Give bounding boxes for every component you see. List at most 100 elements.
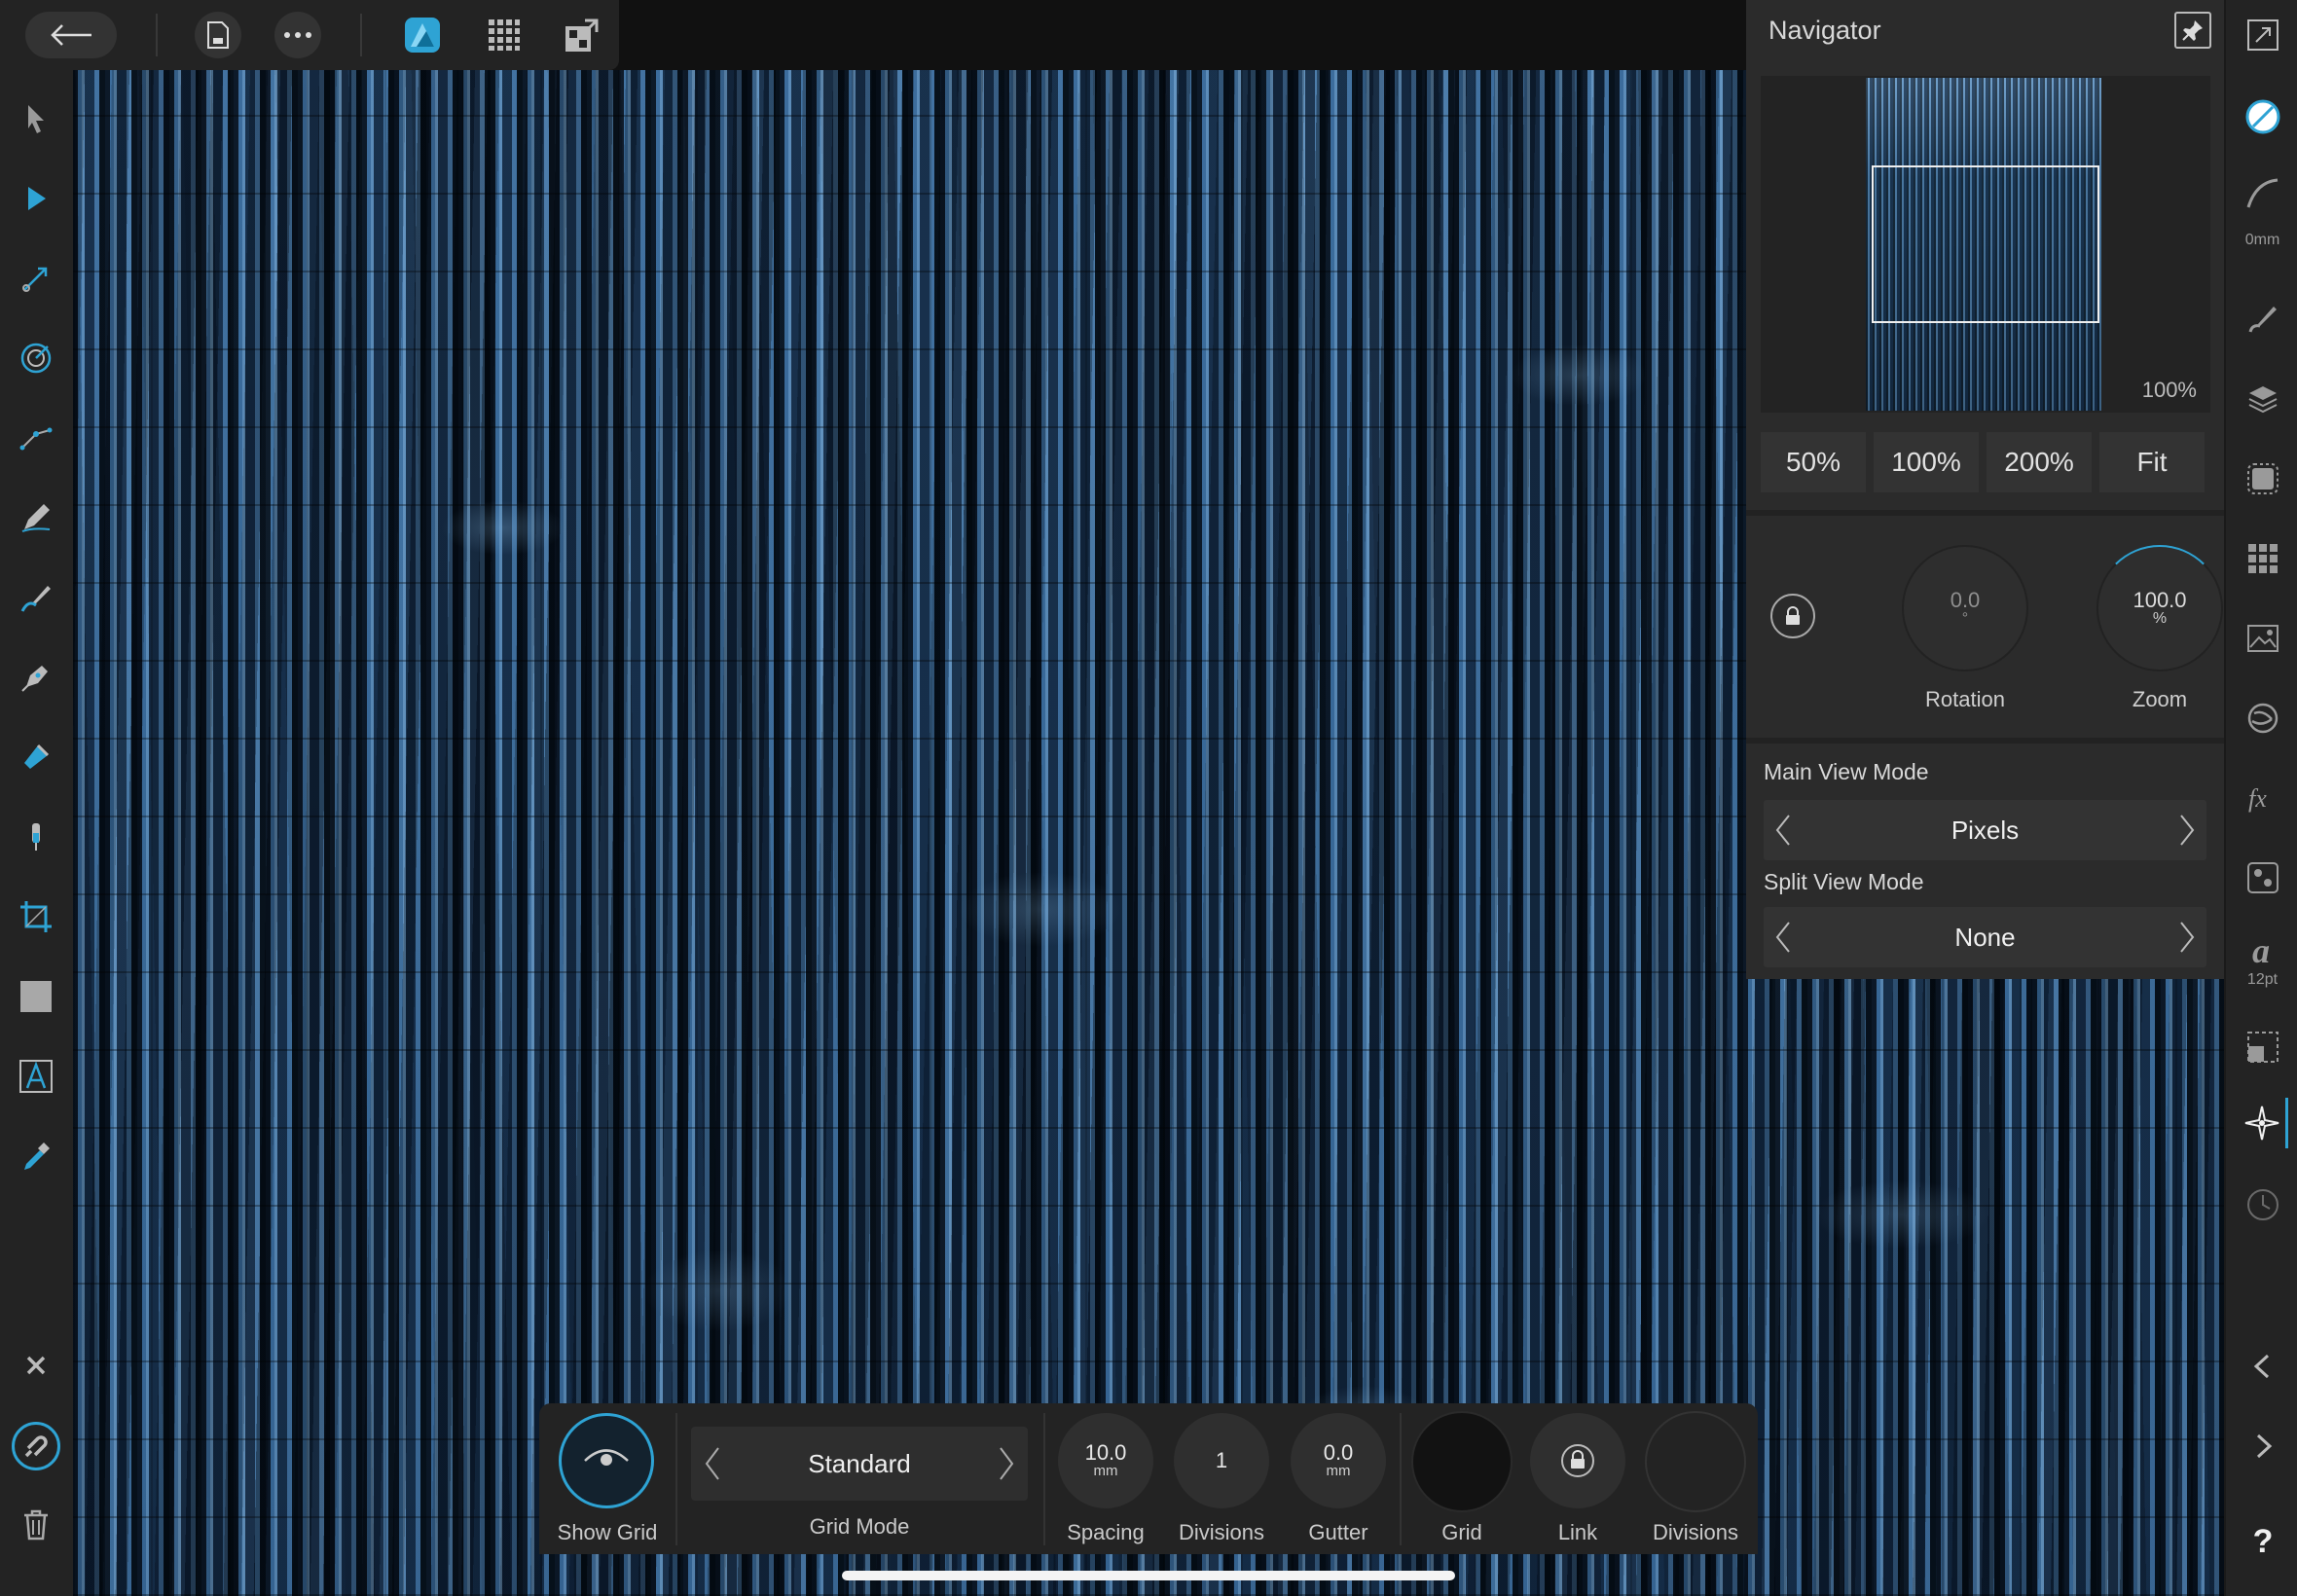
symbols-button[interactable]	[2238, 693, 2288, 744]
previous-button[interactable]	[2238, 1341, 2288, 1392]
transform-tool[interactable]	[12, 254, 60, 303]
photo-persona-button[interactable]	[399, 12, 446, 58]
artistic-text-tool[interactable]	[12, 1052, 60, 1101]
home-indicator[interactable]	[842, 1571, 1455, 1580]
appearance-button[interactable]	[2238, 453, 2288, 504]
fill-tool[interactable]	[12, 733, 60, 781]
color-swatch-button[interactable]	[2238, 91, 2288, 142]
color-picker-tool[interactable]	[12, 1132, 60, 1180]
clock-icon	[2247, 1189, 2279, 1220]
chevron-left-icon[interactable]	[1775, 921, 1791, 954]
styles-button[interactable]	[2238, 852, 2288, 903]
grid-color-swatch[interactable]	[1411, 1411, 1513, 1512]
zoom-fit-button[interactable]: Fit	[2099, 432, 2205, 492]
rotation-lock-button[interactable]	[1770, 594, 1815, 638]
document-button[interactable]	[195, 12, 241, 58]
rectangle-tool[interactable]	[12, 972, 60, 1021]
next-button[interactable]	[2238, 1421, 2288, 1471]
chevron-left-icon[interactable]	[705, 1446, 720, 1481]
divisions-control[interactable]: 1	[1174, 1413, 1269, 1508]
zoom-50-button[interactable]: 50%	[1761, 432, 1866, 492]
pixel-grid-icon	[489, 19, 520, 51]
zoom-200-button[interactable]: 200%	[1987, 432, 2092, 492]
gutter-unit: mm	[1326, 1463, 1351, 1479]
swatches-button[interactable]	[2238, 533, 2288, 584]
gutter-control[interactable]: 0.0 mm	[1291, 1413, 1386, 1508]
text-styles-button[interactable]: a	[2238, 925, 2288, 975]
styles-icon	[2247, 862, 2279, 893]
gutter-label: Gutter	[1308, 1520, 1368, 1544]
help-button[interactable]: ?	[2238, 1516, 2288, 1567]
stroke-button[interactable]	[2238, 167, 2288, 218]
grid-mode-value: Standard	[808, 1448, 911, 1478]
snapping-button[interactable]	[12, 1422, 60, 1470]
node-tool[interactable]	[12, 174, 60, 223]
full-screen-button[interactable]	[2238, 10, 2288, 60]
transform-panel-button[interactable]	[2238, 1022, 2288, 1072]
panel-title: Navigator	[1768, 16, 1881, 45]
fx-icon: fx	[2248, 784, 2267, 813]
more-options-button[interactable]	[274, 12, 321, 58]
navigator-panel-button[interactable]	[2238, 1098, 2288, 1148]
main-view-mode-stepper[interactable]: Pixels	[1764, 800, 2206, 860]
image-asset-icon	[2247, 625, 2279, 652]
spacing-control[interactable]: 10.0 mm	[1058, 1413, 1153, 1508]
split-view-mode-stepper[interactable]: None	[1764, 907, 2206, 967]
divisions-label: Divisions	[1178, 1520, 1265, 1544]
link-toggle[interactable]	[1530, 1413, 1625, 1508]
top-toolbar	[0, 0, 619, 70]
history-button[interactable]	[2238, 1179, 2288, 1230]
split-view-mode-value: None	[1954, 922, 2016, 952]
brush-stroke-icon	[20, 586, 51, 612]
navigator-preview[interactable]	[1761, 76, 2210, 413]
chevron-right-icon[interactable]	[999, 1446, 1014, 1481]
eyedropper-icon	[24, 1143, 50, 1170]
export-persona-button[interactable]	[559, 12, 605, 58]
studio-bar: 0mm fx a 12pt ?	[2224, 0, 2297, 1596]
transparency-tool[interactable]	[12, 813, 60, 861]
close-button[interactable]	[12, 1341, 60, 1390]
node-arrow-icon	[28, 187, 46, 210]
grid-context-toolbar: Show Grid Standard Grid Mode 10.0 mm Spa…	[539, 1403, 1758, 1554]
pin-icon	[2182, 20, 2203, 41]
pencil-icon	[21, 504, 51, 532]
brushes-button[interactable]	[2238, 294, 2288, 345]
spacing-unit: mm	[1093, 1463, 1118, 1479]
divisions-color-swatch[interactable]	[1645, 1411, 1746, 1512]
move-tool[interactable]	[12, 94, 60, 143]
chevron-right-icon[interactable]	[2179, 921, 2195, 954]
svg-text:a: a	[2252, 931, 2270, 968]
live-brush-tool[interactable]	[12, 334, 60, 382]
chevron-left-icon[interactable]	[1775, 814, 1791, 847]
bezier-node-icon	[19, 427, 53, 451]
pixel-persona-button[interactable]	[481, 12, 528, 58]
rotation-value: 0.0	[1950, 588, 1981, 612]
text-size-caption: 12pt	[2246, 971, 2279, 988]
pencil-tool[interactable]	[12, 493, 60, 542]
delete-button[interactable]	[12, 1501, 60, 1549]
vector-brush-tool[interactable]	[12, 573, 60, 622]
zoom-dial[interactable]: 100.0 %	[2096, 545, 2223, 671]
transform-box-icon	[2247, 1032, 2279, 1063]
crop-tool[interactable]	[12, 892, 60, 941]
effects-button[interactable]: fx	[2238, 773, 2288, 823]
zoom-100-button[interactable]: 100%	[1874, 432, 1979, 492]
show-grid-toggle[interactable]	[559, 1413, 654, 1508]
chevron-left-icon	[2253, 1354, 2270, 1379]
assets-button[interactable]	[2238, 613, 2288, 664]
stroke-curve-icon	[2246, 178, 2279, 208]
pen-tool[interactable]	[12, 653, 60, 702]
vector-node-tool[interactable]	[12, 414, 60, 462]
zoom-unit: %	[2152, 610, 2168, 627]
trash-icon	[24, 1509, 48, 1541]
layers-button[interactable]	[2238, 374, 2288, 424]
rotation-dial[interactable]: 0.0 °	[1902, 545, 2028, 671]
crop-icon	[20, 901, 52, 932]
spiral-target-icon	[20, 343, 52, 374]
grid-mode-stepper[interactable]: Standard	[691, 1427, 1028, 1501]
pin-panel-button[interactable]	[2174, 12, 2211, 49]
text-a-icon: a	[2252, 931, 2270, 968]
chevron-right-icon[interactable]	[2179, 814, 2195, 847]
back-button[interactable]	[25, 12, 117, 58]
navigator-view-rectangle[interactable]	[1872, 165, 2099, 323]
